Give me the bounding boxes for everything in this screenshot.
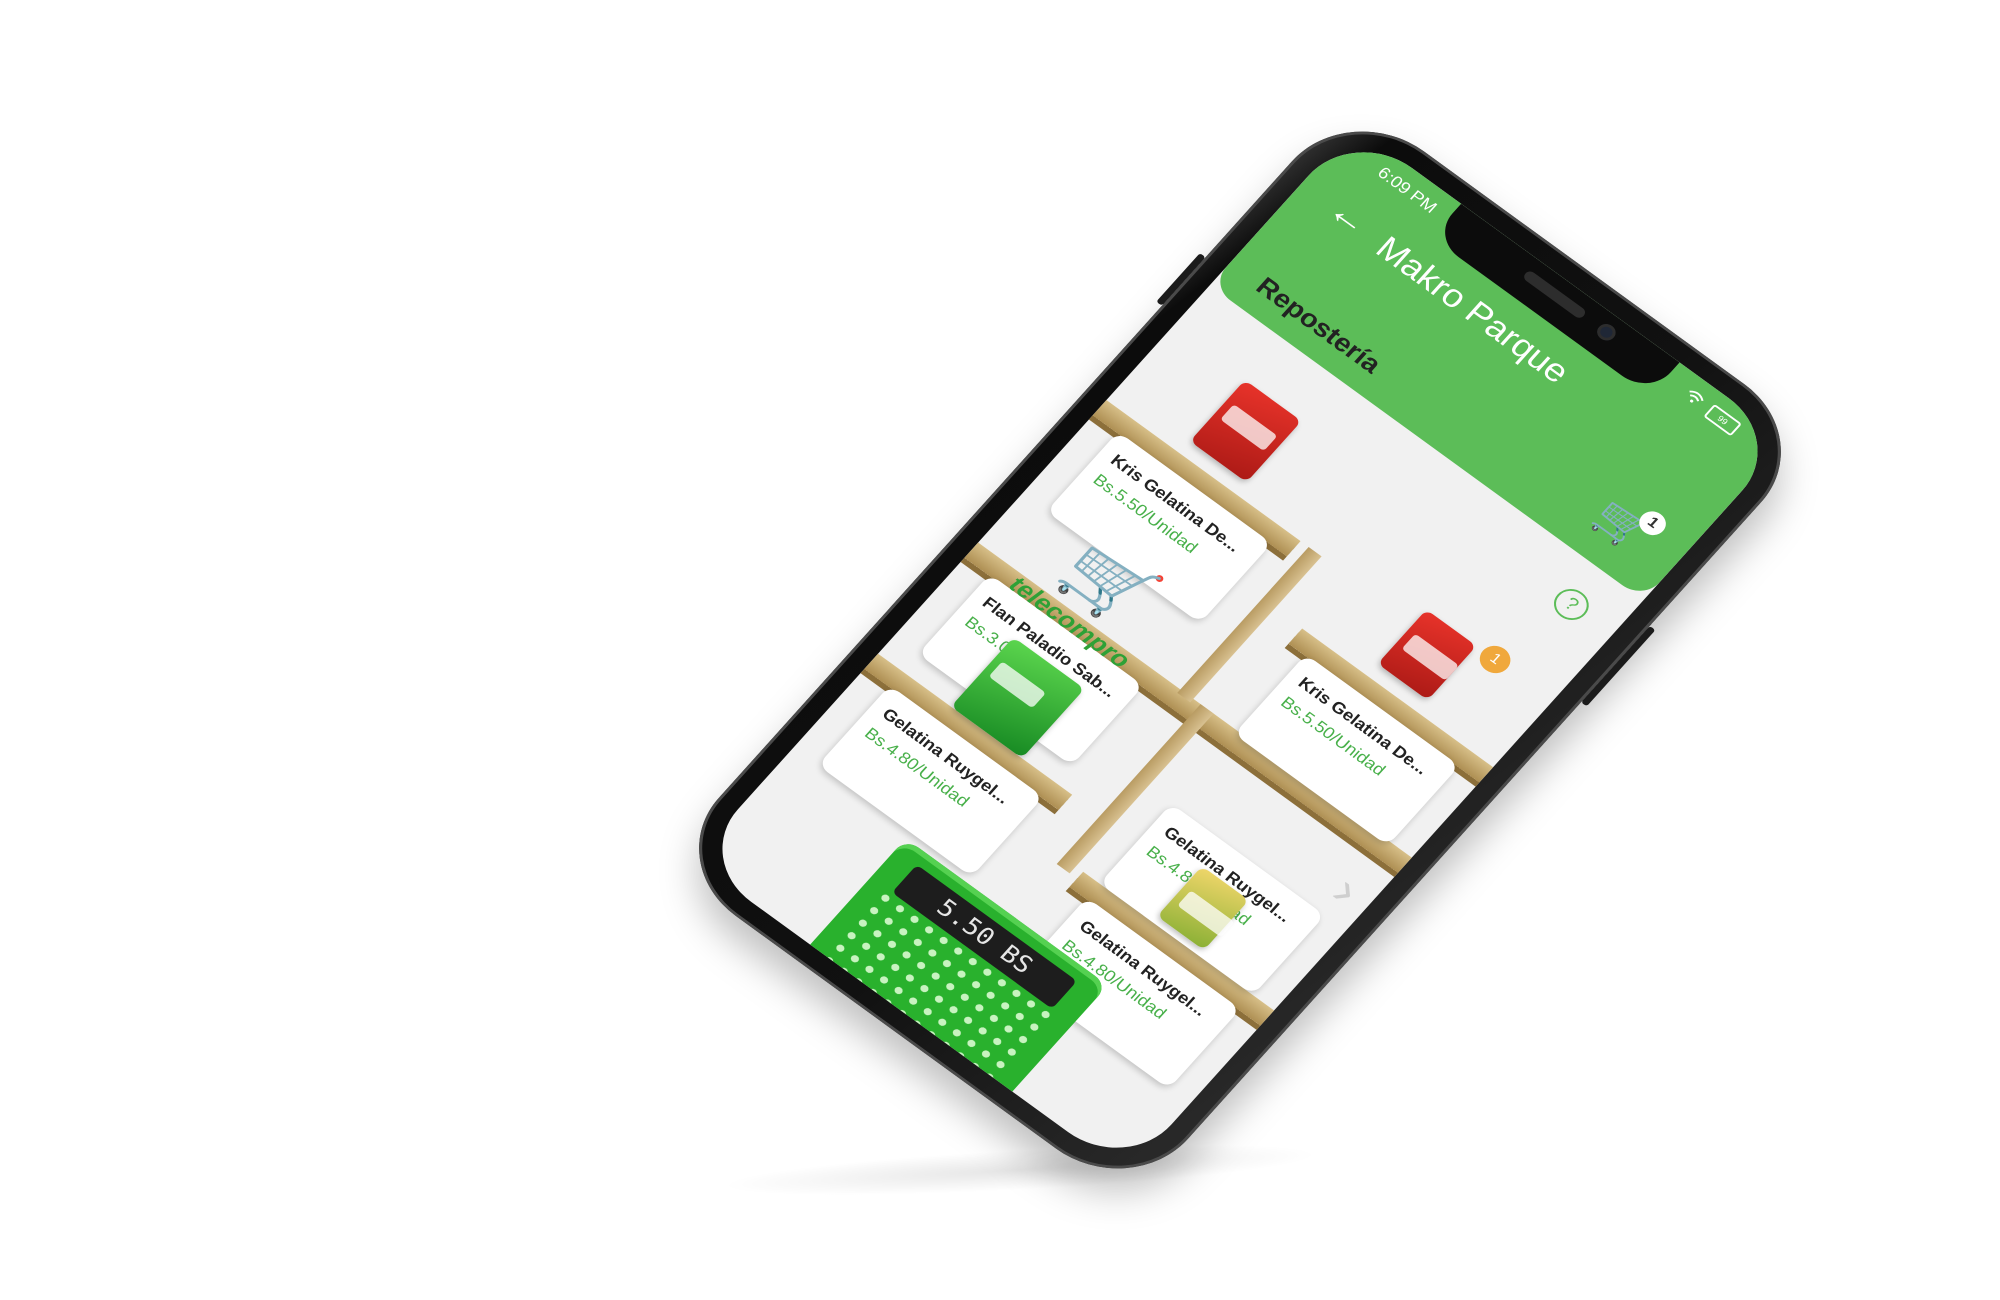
- front-camera-icon: [1593, 320, 1620, 344]
- phone-device: 6:09 PM 99 ← Makro Parque 🛒 1 Repostería…: [661, 97, 1819, 1203]
- chevron-right-icon[interactable]: ›: [1321, 865, 1373, 917]
- product-pack-label: [1401, 633, 1459, 681]
- product-pack-label: [1177, 890, 1235, 938]
- product-pack-label: [1220, 404, 1278, 452]
- battery-icon: 99: [1703, 403, 1743, 437]
- cart-button[interactable]: 🛒 1: [1582, 490, 1672, 564]
- floor-shadow: [719, 1134, 1321, 1206]
- app-bar: 6:09 PM 99 ← Makro Parque 🛒 1: [1209, 125, 1788, 601]
- back-arrow-icon[interactable]: ←: [1319, 190, 1379, 244]
- status-time: 6:09 PM: [1373, 163, 1441, 217]
- product-pack-label: [988, 661, 1047, 709]
- status-icons: 99: [1680, 386, 1743, 437]
- product-image[interactable]: [1189, 379, 1302, 483]
- wifi-icon: [1680, 386, 1708, 411]
- product-image[interactable]: [1377, 609, 1477, 701]
- battery-level: 99: [1715, 413, 1731, 427]
- quantity-badge: 1: [1473, 640, 1517, 679]
- shopping-basket-icon[interactable]: 5.50 BS: [802, 838, 1109, 1100]
- question-mark-icon[interactable]: ?: [1546, 582, 1596, 627]
- phone-screen: 6:09 PM 99 ← Makro Parque 🛒 1 Repostería…: [692, 125, 1788, 1175]
